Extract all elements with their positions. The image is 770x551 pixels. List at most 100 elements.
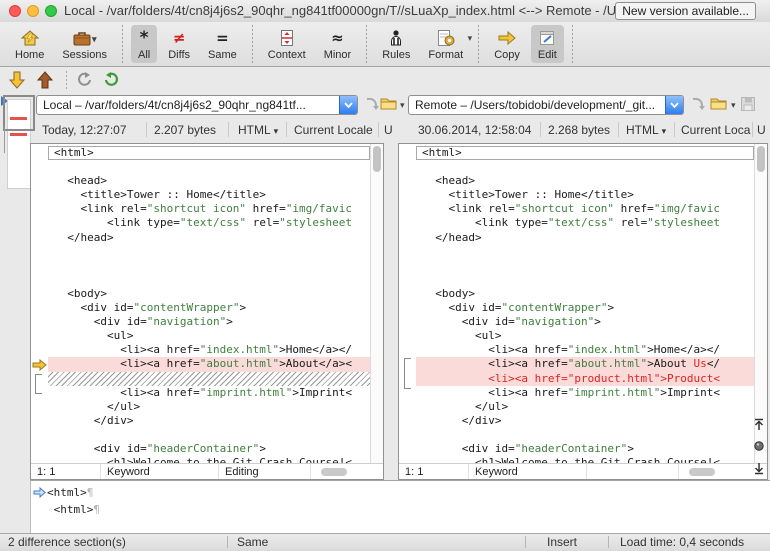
code-line[interactable]: <title>Tower :: Home</title> [416, 188, 754, 202]
left-file-combo[interactable]: Local – /var/folders/4t/cn8j4j6s2_90qhr_… [36, 95, 358, 115]
code-line[interactable] [416, 245, 754, 259]
code-line[interactable]: <div id="headerContainer"> [416, 442, 754, 456]
code-line[interactable] [48, 245, 370, 259]
right-file-combo[interactable]: Remote – /Users/tobidobi/development/_gi… [408, 95, 684, 115]
minimap-viewport[interactable] [3, 95, 35, 131]
zoom-button[interactable] [45, 5, 57, 17]
code-line[interactable]: <title>Tower :: Home</title> [48, 188, 370, 202]
code-line[interactable]: <div id="headerContainer"> [48, 442, 370, 456]
sessions-button[interactable]: ▾ Sessions [55, 25, 114, 63]
code-line[interactable]: </ul> [48, 400, 370, 414]
right-open-folder-button[interactable] [710, 96, 727, 116]
code-line[interactable]: </div> [48, 414, 370, 428]
code-line[interactable]: <html> [416, 146, 754, 160]
copy-button[interactable]: Copy [487, 25, 527, 63]
left-open-folder-button[interactable] [380, 96, 397, 116]
right-code-editor[interactable]: <html> <head> <title>Tower :: Home</titl… [416, 144, 754, 463]
left-line-ending[interactable]: U [384, 123, 394, 137]
prev-diff-button[interactable] [36, 71, 54, 89]
right-jump-button[interactable] [690, 96, 706, 117]
code-line[interactable]: <h1>Welcome to the Git Crash Course!< [416, 456, 754, 463]
code-line[interactable]: <ul> [416, 329, 754, 343]
code-line[interactable]: <link type="text/css" rel="stylesheet [416, 216, 754, 230]
right-scrollbar-thumb[interactable] [757, 146, 765, 172]
code-line[interactable]: </head> [48, 231, 370, 245]
next-diff-button[interactable] [8, 71, 26, 89]
chevron-down-icon[interactable] [665, 96, 683, 114]
close-button[interactable] [9, 5, 21, 17]
right-format-dropdown[interactable]: HTML ▾ [626, 123, 666, 137]
code-line[interactable]: <body> [48, 287, 370, 301]
code-line[interactable]: <div id="navigation"> [48, 315, 370, 329]
save-button[interactable] [740, 96, 756, 117]
right-encoding[interactable]: Current Local [681, 123, 751, 137]
align-top-button[interactable] [752, 416, 766, 432]
code-line[interactable]: <html> [48, 146, 370, 160]
format-button[interactable]: ▾ Format [421, 25, 470, 63]
code-line[interactable]: </head> [416, 231, 754, 245]
code-line[interactable]: <li><a href="index.html">Home</a></ [48, 343, 370, 357]
home-button[interactable]: Home [8, 25, 51, 63]
code-line[interactable] [48, 428, 370, 442]
update-notice-button[interactable]: New version available... [615, 2, 756, 20]
output-line[interactable]: <html>¶ [31, 484, 770, 501]
align-bottom-button[interactable] [752, 460, 766, 476]
toolbar-separator [252, 25, 253, 63]
context-button[interactable]: Context [261, 25, 313, 63]
code-line[interactable]: <head> [48, 174, 370, 188]
code-line[interactable] [416, 428, 754, 442]
code-line[interactable]: <div id="contentWrapper"> [416, 301, 754, 315]
code-line[interactable] [48, 160, 370, 174]
edit-button[interactable]: Edit [531, 25, 564, 63]
code-line[interactable]: <li><a href="imprint.html">Imprint< [48, 386, 370, 400]
left-format-dropdown[interactable]: HTML ▾ [238, 123, 278, 137]
code-line[interactable]: <ul> [48, 329, 370, 343]
code-line[interactable] [48, 273, 370, 287]
left-encoding[interactable]: Current Locale (UT [294, 123, 376, 137]
code-line[interactable]: <li><a href="about.html">About Us</ [416, 357, 754, 371]
main-toolbar: Home ▾ Sessions * All ≠ Diffs = Same Con… [0, 22, 770, 67]
cursor-position: 1: 1 [399, 464, 469, 479]
code-line[interactable]: <link rel="shortcut icon" href="img/favi… [416, 202, 754, 216]
minor-button[interactable]: ≈ Minor [317, 25, 359, 63]
filter-same-button[interactable]: = Same [201, 25, 244, 63]
code-line[interactable]: <body> [416, 287, 754, 301]
code-line[interactable] [416, 160, 754, 174]
code-line[interactable] [416, 273, 754, 287]
right-line-ending[interactable]: U [757, 123, 767, 137]
merged-output-panel[interactable]: <html>¶ <html>¶ [30, 480, 770, 533]
recompare-button[interactable] [103, 71, 121, 89]
minimize-button[interactable] [27, 5, 39, 17]
code-line[interactable]: <li><a href="product.html">Product< [416, 372, 754, 386]
right-gutter [399, 144, 416, 463]
center-link-button[interactable] [752, 438, 766, 454]
code-line[interactable] [48, 372, 370, 386]
code-line[interactable]: </div> [416, 414, 754, 428]
code-line[interactable]: </ul> [416, 400, 754, 414]
left-jump-button[interactable] [364, 96, 380, 117]
code-line[interactable]: <li><a href="about.html">About</a>< [48, 357, 370, 371]
left-code-editor[interactable]: <html> <head> <title>Tower :: Home</titl… [48, 144, 370, 463]
code-line[interactable]: <link type="text/css" rel="stylesheet [48, 216, 370, 230]
left-scrollbar-thumb[interactable] [373, 146, 381, 172]
curved-arrow-icon [364, 96, 380, 112]
floppy-disk-icon [740, 96, 756, 112]
left-scrollbar[interactable] [370, 144, 383, 463]
filter-diffs-button[interactable]: ≠ Diffs [161, 25, 197, 63]
code-line[interactable]: <h1>Welcome to the Git Crash Course!< [48, 456, 370, 463]
code-line[interactable]: <link rel="shortcut icon" href="img/favi… [48, 202, 370, 216]
resync-button[interactable] [75, 71, 93, 89]
code-line[interactable]: <div id="contentWrapper"> [48, 301, 370, 315]
rules-button[interactable]: Rules [375, 25, 417, 63]
code-line[interactable] [48, 259, 370, 273]
code-line[interactable] [416, 259, 754, 273]
chevron-down-icon[interactable]: ▾ [731, 100, 736, 111]
code-line[interactable]: <li><a href="index.html">Home</a></ [416, 343, 754, 357]
code-line[interactable]: <div id="navigation"> [416, 315, 754, 329]
filter-all-button[interactable]: * All [131, 25, 157, 63]
code-line[interactable]: <li><a href="imprint.html">Imprint< [416, 386, 754, 400]
code-line[interactable]: <head> [416, 174, 754, 188]
chevron-down-icon[interactable] [339, 96, 357, 114]
output-line[interactable]: <html>¶ [31, 501, 770, 518]
chevron-down-icon[interactable]: ▾ [400, 100, 405, 111]
